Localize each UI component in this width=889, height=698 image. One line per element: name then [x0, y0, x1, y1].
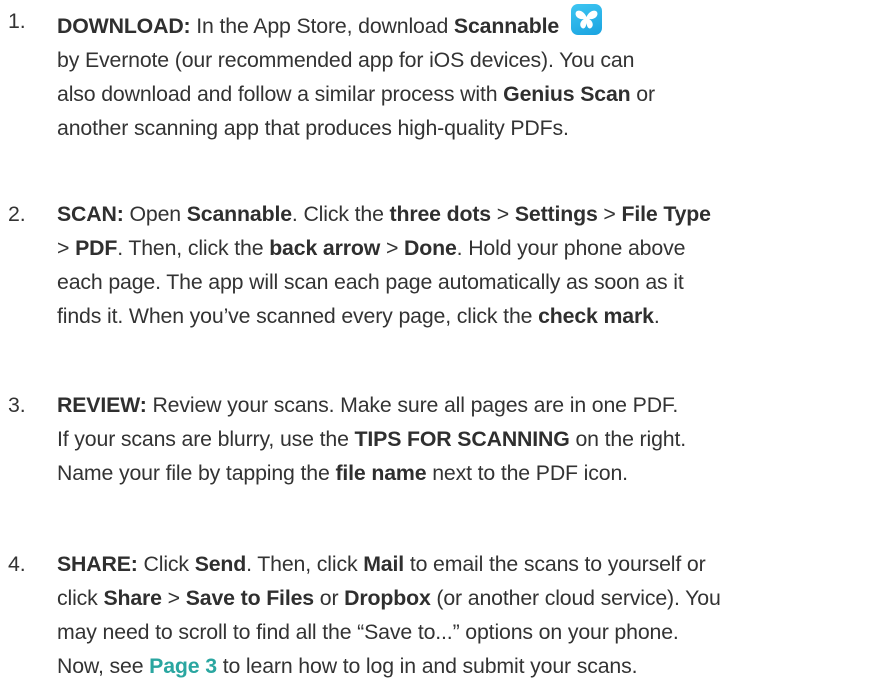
step-text: REVIEW: Review your scans. Make sure all…	[57, 388, 884, 490]
bold-term: REVIEW:	[57, 393, 147, 417]
bold-term: SCAN:	[57, 202, 124, 226]
text-run: >	[57, 236, 76, 260]
step-3: 3. REVIEW: Review your scans. Make sure …	[8, 388, 884, 490]
text-run: >	[161, 586, 186, 610]
text-run: .	[653, 304, 660, 328]
bold-term: Genius Scan	[503, 82, 631, 106]
text-run: >	[380, 236, 404, 260]
text-run: . Then, click the	[117, 236, 270, 260]
bold-term: File Type	[621, 202, 711, 226]
bold-term: Mail	[363, 552, 405, 576]
text-run: or	[630, 82, 655, 106]
bold-term: Done	[404, 236, 457, 260]
text-run: or	[313, 586, 345, 610]
text-run: to email the scans to yourself or	[404, 552, 706, 576]
step-text: SCAN: Open Scannable. Click the three do…	[57, 197, 884, 333]
step-number: 3.	[8, 393, 26, 417]
text-run: on the right.	[569, 427, 686, 451]
text-run: If your scans are blurry, use the	[57, 427, 355, 451]
text-run: another scanning app that produces high-…	[57, 116, 569, 140]
bold-term: Share	[103, 586, 162, 610]
step-1: 1. DOWNLOAD: In the App Store, download …	[8, 4, 884, 145]
text-run: Click	[137, 552, 195, 576]
bold-term: Send	[194, 552, 247, 576]
bold-term: DOWNLOAD:	[57, 14, 191, 38]
text-run: . Click the	[291, 202, 390, 226]
bold-term: check mark	[538, 304, 654, 328]
step-4: 4. SHARE: Click Send. Then, click Mail t…	[8, 547, 884, 683]
step-number: 2.	[8, 202, 26, 226]
text-run: >	[597, 202, 622, 226]
text-run: click	[57, 586, 104, 610]
text-run: Name your file by tapping the	[57, 461, 336, 485]
bold-term: back arrow	[269, 236, 381, 260]
step-2: 2. SCAN: Open Scannable. Click the three…	[8, 197, 884, 333]
step-text: DOWNLOAD: In the App Store, download Sca…	[57, 4, 884, 145]
text-run: Open	[123, 202, 187, 226]
scannable-app-icon	[571, 4, 603, 35]
bold-term: file name	[335, 461, 427, 485]
page-link[interactable]: Page 3	[149, 654, 217, 678]
bold-term: PDF	[75, 236, 118, 260]
bold-term: Save to Files	[185, 586, 314, 610]
text-run: (or another cloud service). You	[430, 586, 721, 610]
step-text: SHARE: Click Send. Then, click Mail to e…	[57, 547, 884, 683]
text-run: may need to scroll to find all the “Save…	[57, 620, 679, 644]
text-run: to learn how to log in and submit your s…	[216, 654, 638, 678]
step-number: 4.	[8, 552, 26, 576]
text-run: by Evernote (our recommended app for iOS…	[57, 48, 635, 72]
bold-term: Scannable	[186, 202, 292, 226]
text-run: Review your scans. Make sure all pages a…	[146, 393, 679, 417]
bold-term: Scannable	[453, 14, 560, 38]
text-run: each page. The app will scan each page a…	[57, 270, 684, 294]
bold-term: Dropbox	[344, 586, 431, 610]
text-run: . Hold your phone above	[456, 236, 686, 260]
bold-term: SHARE:	[57, 552, 138, 576]
step-number: 1.	[8, 9, 26, 33]
text-run: also download and follow a similar proce…	[57, 82, 504, 106]
text-run: next to the PDF icon.	[426, 461, 628, 485]
text-run: . Then, click	[246, 552, 364, 576]
text-run: In the App Store, download	[190, 14, 454, 38]
bold-term: TIPS FOR SCANNING	[354, 427, 570, 451]
text-run: finds it. When you’ve scanned every page…	[57, 304, 539, 328]
text-run: >	[491, 202, 515, 226]
text-run: Now, see	[57, 654, 150, 678]
bold-term: three dots	[389, 202, 492, 226]
bold-term: Settings	[514, 202, 598, 226]
